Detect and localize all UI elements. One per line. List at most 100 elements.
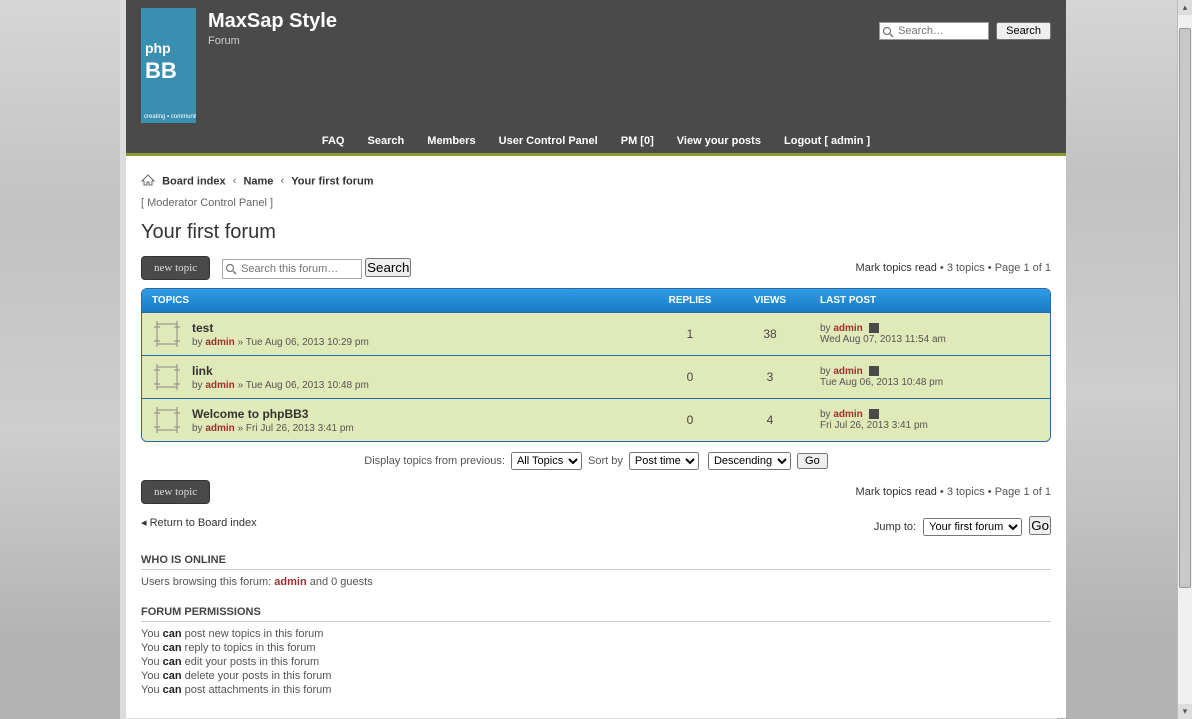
- view-last-post-icon[interactable]: [866, 366, 879, 377]
- scrollbar-thumb[interactable]: [1179, 28, 1191, 588]
- select-previous[interactable]: All Topics: [511, 452, 582, 470]
- mark-topics-read[interactable]: Mark topics read: [856, 262, 937, 274]
- topic-meta: by admin » Tue Aug 06, 2013 10:29 pm: [192, 337, 650, 348]
- return-arrow-icon: ◂: [141, 517, 150, 529]
- mark-topics-read[interactable]: Mark topics read: [856, 486, 937, 498]
- who-is-online-info: Users browsing this forum: admin and 0 g…: [141, 576, 1051, 588]
- header-search: [879, 22, 1051, 40]
- nav-pm[interactable]: PM [0]: [611, 135, 664, 147]
- breadcrumb-sep: ‹: [280, 175, 284, 187]
- search-icon: [225, 263, 237, 278]
- col-views-header: VIEWS: [730, 295, 810, 306]
- navbar: FAQ Search Members User Control Panel PM…: [156, 129, 1036, 153]
- replies-count: 0: [650, 413, 730, 427]
- jump-to: Jump to: Your first forum: [874, 516, 1051, 536]
- scroll-down-arrow[interactable]: ▾: [1178, 704, 1192, 719]
- action-bar-bottom: new topic Mark topics read • 3 topics • …: [141, 480, 1051, 504]
- breadcrumb-current[interactable]: Your first forum: [291, 175, 373, 187]
- select-sort-by[interactable]: Post time: [629, 452, 699, 470]
- permission-line: You can post new topics in this forum: [141, 628, 1051, 640]
- new-topic-button[interactable]: new topic: [141, 480, 210, 504]
- topic-count: 3 topics: [947, 262, 985, 274]
- topic-row: Welcome to phpBB3 by admin » Fri Jul 26, …: [142, 398, 1050, 441]
- jump-to-go-button[interactable]: [1029, 516, 1051, 535]
- forum-search-button[interactable]: [365, 258, 411, 277]
- views-count: 3: [730, 370, 810, 384]
- who-is-online-heading: WHO IS ONLINE: [141, 554, 1051, 570]
- view-last-post-icon[interactable]: [866, 323, 879, 334]
- home-icon: [141, 174, 155, 189]
- last-post-author-link[interactable]: admin: [833, 366, 862, 377]
- nav-faq[interactable]: FAQ: [312, 135, 355, 147]
- return-row: Jump to: Your first forum ◂ Return to Bo…: [141, 516, 1051, 536]
- search-button[interactable]: [996, 22, 1051, 40]
- display-options: Display topics from previous: All Topics…: [141, 452, 1051, 470]
- last-post-date: Tue Aug 06, 2013 10:48 pm: [820, 377, 943, 388]
- author-link[interactable]: admin: [205, 380, 234, 391]
- page-wrap: php BB creating ▪ communities MaxSap Sty…: [126, 0, 1066, 718]
- online-user-link[interactable]: admin: [274, 576, 306, 588]
- breadcrumb-sep: ‹: [233, 175, 237, 187]
- breadcrumb: Board index ‹ Name ‹ Your first forum: [141, 174, 1051, 189]
- jump-to-select[interactable]: Your first forum: [923, 518, 1022, 536]
- topic-title-link[interactable]: link: [192, 364, 213, 378]
- last-post-date: Fri Jul 26, 2013 3:41 pm: [820, 420, 928, 431]
- topic-status-icon: [152, 405, 182, 435]
- forum-search-input[interactable]: [222, 259, 362, 279]
- topic-status-icon: [152, 319, 182, 349]
- replies-count: 0: [650, 370, 730, 384]
- last-post: by admin Fri Jul 26, 2013 3:41 pm: [810, 409, 1040, 431]
- last-post-author-link[interactable]: admin: [833, 323, 862, 334]
- breadcrumb-name[interactable]: Name: [243, 175, 273, 187]
- nav-search[interactable]: Search: [358, 135, 415, 147]
- display-prev-label: Display topics from previous:: [364, 455, 505, 467]
- phpbb-logo[interactable]: php BB creating ▪ communities: [141, 8, 196, 123]
- topic-row: linkby admin » Tue Aug 06, 2013 10:48 pm…: [142, 355, 1050, 398]
- page-info: Page 1 of 1: [995, 486, 1051, 498]
- list-header: TOPICS REPLIES VIEWS LAST POST: [142, 289, 1050, 312]
- nav-ucp[interactable]: User Control Panel: [489, 135, 608, 147]
- jump-to-label: Jump to:: [874, 521, 916, 533]
- author-link[interactable]: admin: [205, 423, 234, 434]
- views-count: 38: [730, 327, 810, 341]
- svg-text:creating ▪ communities: creating ▪ communities: [144, 114, 196, 120]
- return-board-index[interactable]: Return to Board index: [150, 517, 257, 529]
- page-info: Page 1 of 1: [995, 262, 1051, 274]
- header: php BB creating ▪ communities MaxSap Sty…: [126, 0, 1066, 156]
- forum-title: Your first forum: [141, 221, 1051, 244]
- forum-search: [222, 258, 411, 279]
- col-replies-header: REPLIES: [650, 295, 730, 306]
- last-post: by admin Tue Aug 06, 2013 10:48 pm: [810, 366, 1040, 388]
- main-content: Board index ‹ Name ‹ Your first forum [ …: [126, 156, 1066, 718]
- col-lastpost-header: LAST POST: [810, 295, 1040, 306]
- action-bar-top: new topic Mark topics read • 3 topics • …: [141, 256, 1051, 280]
- nav-members[interactable]: Members: [417, 135, 485, 147]
- forum-title-link[interactable]: Your first forum: [141, 221, 276, 243]
- moderator-cp-link[interactable]: [ Moderator Control Panel ]: [141, 197, 1051, 209]
- topic-meta: by admin » Fri Jul 26, 2013 3:41 pm: [192, 423, 650, 434]
- view-last-post-icon[interactable]: [866, 409, 879, 420]
- scroll-up-arrow[interactable]: ▴: [1178, 0, 1192, 15]
- topic-title-link[interactable]: Welcome to phpBB3: [192, 407, 308, 421]
- search-input[interactable]: [879, 22, 989, 40]
- pagination-top: Mark topics read • 3 topics • Page 1 of …: [856, 262, 1051, 274]
- last-post-author-link[interactable]: admin: [833, 409, 862, 420]
- col-topics-header: TOPICS: [152, 295, 650, 306]
- topic-count: 3 topics: [947, 486, 985, 498]
- topic-row: test by admin » Tue Aug 06, 2013 10:29 pm…: [142, 312, 1050, 355]
- nav-view-posts[interactable]: View your posts: [667, 135, 771, 147]
- permission-line: You can edit your posts in this forum: [141, 656, 1051, 668]
- nav-logout[interactable]: Logout [ admin ]: [774, 135, 880, 147]
- author-link[interactable]: admin: [205, 337, 234, 348]
- topic-title-link[interactable]: test: [192, 321, 213, 335]
- last-post: by admin Wed Aug 07, 2013 11:54 am: [810, 323, 1040, 345]
- vertical-scrollbar[interactable]: ▴ ▾: [1177, 0, 1192, 719]
- select-sort-order[interactable]: Descending: [708, 452, 791, 470]
- permission-line: You can reply to topics in this forum: [141, 642, 1051, 654]
- display-go-button[interactable]: [797, 453, 828, 469]
- topic-list: TOPICS REPLIES VIEWS LAST POST test by ad…: [141, 288, 1051, 442]
- new-topic-button[interactable]: new topic: [141, 256, 210, 280]
- last-post-date: Wed Aug 07, 2013 11:54 am: [820, 334, 946, 345]
- topic-status-icon: [152, 362, 182, 392]
- breadcrumb-board-index[interactable]: Board index: [162, 175, 226, 187]
